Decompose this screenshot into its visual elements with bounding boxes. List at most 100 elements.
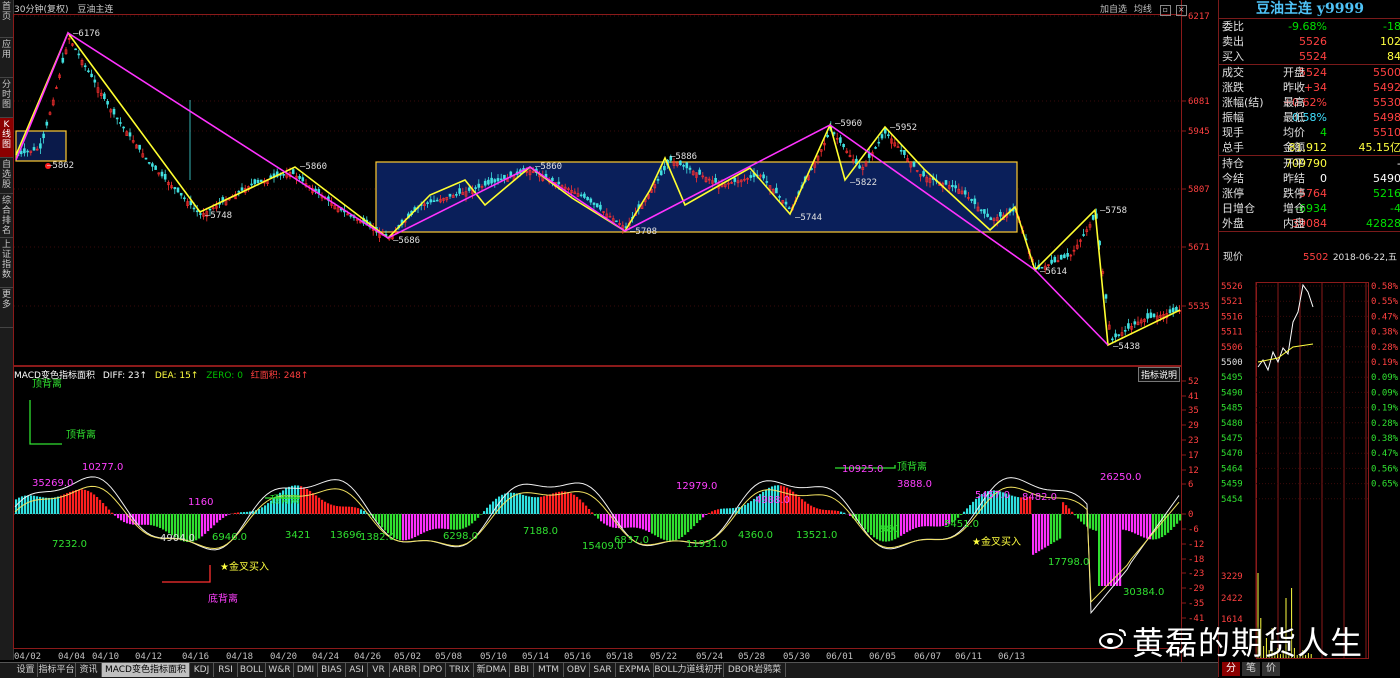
quote-tab-2[interactable]: 价: [1262, 662, 1280, 676]
stat-label: 成交: [1222, 65, 1244, 80]
indicator-tab-6[interactable]: BOLL: [238, 663, 266, 677]
period-label[interactable]: 30分钟(复权): [14, 5, 68, 15]
macd-bar: [654, 514, 656, 535]
price-annotation-p5744: —5744: [795, 213, 822, 223]
indicator-tab-14[interactable]: TRIX: [446, 663, 474, 677]
macd-red-area: 红面积: 248↑: [251, 371, 309, 381]
indicator-tab-15[interactable]: 新DMA: [474, 663, 510, 677]
macd-bar: [828, 510, 830, 514]
indicator-tab-7[interactable]: W&R: [266, 663, 294, 677]
macd-name[interactable]: MACD变色指标面积: [14, 371, 95, 381]
macd-bar: [327, 503, 329, 514]
macd-bar: [471, 514, 473, 523]
quote-tab-0[interactable]: 分: [1222, 662, 1240, 676]
candle-body: [1134, 322, 1136, 325]
macd-bar: [1035, 514, 1037, 553]
date-tick-label: 05/14: [522, 652, 549, 662]
macd-bar: [234, 513, 236, 514]
date-tick-label: 05/16: [564, 652, 591, 662]
indicator-tab-0[interactable]: 设置: [14, 663, 38, 677]
candle-body: [151, 164, 153, 167]
indicator-tab-11[interactable]: VR: [368, 663, 390, 677]
macd-bar: [72, 491, 74, 514]
macd-bar: [381, 514, 383, 527]
indicator-tab-10[interactable]: ASI: [346, 663, 368, 677]
candle-body: [260, 180, 262, 182]
indicator-tab-20[interactable]: EXPMA: [616, 663, 654, 677]
candle-body: [484, 181, 486, 185]
intraday-pct-label: 0.55%: [1371, 297, 1399, 307]
candle-body: [657, 179, 659, 180]
indicator-tab-17[interactable]: MTM: [534, 663, 564, 677]
macd-bar: [651, 514, 653, 534]
indicator-tab-8[interactable]: DMI: [294, 663, 318, 677]
order-value2: 84: [1351, 49, 1400, 64]
macd-tick-label: 12: [1188, 466, 1199, 476]
macd-bar: [321, 500, 323, 514]
date-tick-label: 05/30: [783, 652, 810, 662]
indicator-tab-3[interactable]: MACD变色指标面积: [102, 663, 190, 677]
candle-body: [596, 204, 598, 207]
macd-bar: [246, 512, 248, 514]
minimize-icon[interactable]: ▫: [1160, 5, 1171, 16]
macd-bar: [240, 512, 242, 514]
candle-body: [155, 166, 157, 170]
candle-body: [123, 127, 125, 128]
indicator-tab-1[interactable]: 指标平台: [38, 663, 76, 677]
indicator-tab-4[interactable]: KDJ: [190, 663, 214, 677]
macd-bar: [1179, 514, 1181, 521]
order-value: 5524: [1271, 49, 1327, 64]
indicator-tab-5[interactable]: RSI: [214, 663, 238, 677]
close-icon[interactable]: ×: [1176, 5, 1187, 16]
macd-bar: [198, 514, 200, 539]
date-tick-label: 04/12: [135, 652, 162, 662]
intraday-pct-label: 0.47%: [1371, 449, 1399, 459]
macd-bar: [420, 514, 422, 534]
candle-body: [27, 151, 29, 152]
macd-bar: [594, 514, 596, 516]
indicator-tab-13[interactable]: DPO: [420, 663, 446, 677]
macd-bar: [597, 514, 599, 519]
indicator-note-button[interactable]: 指标说明: [1138, 367, 1180, 382]
macd-bar: [585, 506, 587, 514]
indicator-tab-12[interactable]: ARBR: [390, 663, 420, 677]
price-annotation-p5960: —5960: [835, 119, 862, 129]
candle-body: [766, 181, 768, 182]
add-watchlist-button[interactable]: 加自选: [1100, 5, 1127, 15]
candle-body: [974, 199, 976, 204]
pos-label: 日增仓: [1222, 201, 1255, 216]
indicator-tab-18[interactable]: OBV: [564, 663, 590, 677]
intraday-price-label: 5516: [1221, 312, 1243, 322]
macd-bar: [834, 511, 836, 514]
indicator-tab-19[interactable]: SAR: [590, 663, 616, 677]
candle-body: [763, 175, 765, 178]
macd-tick-label: 52: [1188, 377, 1199, 387]
intraday-price-label: 5495: [1221, 373, 1243, 383]
candle-body: [251, 184, 253, 185]
indicator-tab-22[interactable]: DBOR岩鸦菜: [724, 663, 786, 677]
macd-bar: [606, 514, 608, 525]
stat-value2: 5510: [1351, 125, 1400, 140]
candle-body: [478, 184, 480, 187]
macd-bar: [864, 514, 866, 530]
macd-bar: [387, 514, 389, 533]
indicator-tab-9[interactable]: BIAS: [318, 663, 346, 677]
macd-label-v6946: 6946.0: [212, 532, 247, 543]
macd-zero: ZERO: 0: [206, 371, 243, 381]
macd-bar: [33, 496, 35, 514]
pos-row: 持仓709790开平-: [1219, 156, 1400, 171]
intraday-pct-label: 0.38%: [1371, 434, 1399, 444]
macd-bar: [162, 514, 164, 530]
indicator-tab-16[interactable]: BBI: [510, 663, 534, 677]
candle-body: [593, 203, 595, 205]
moving-average-button[interactable]: 均线: [1134, 5, 1152, 15]
indicator-tab-21[interactable]: BOLL力道线初开: [654, 663, 724, 677]
indicator-tab-2[interactable]: 资讯: [76, 663, 102, 677]
macd-label-top_div2: 顶背离: [66, 428, 96, 441]
stat-row: 振幅0.58%最低5498: [1219, 110, 1400, 125]
macd-bar: [450, 514, 452, 530]
candle-body: [833, 133, 835, 134]
quote-tab-1[interactable]: 笔: [1242, 662, 1260, 676]
stat-value2: 5500: [1351, 65, 1400, 80]
candle-body: [302, 178, 304, 181]
